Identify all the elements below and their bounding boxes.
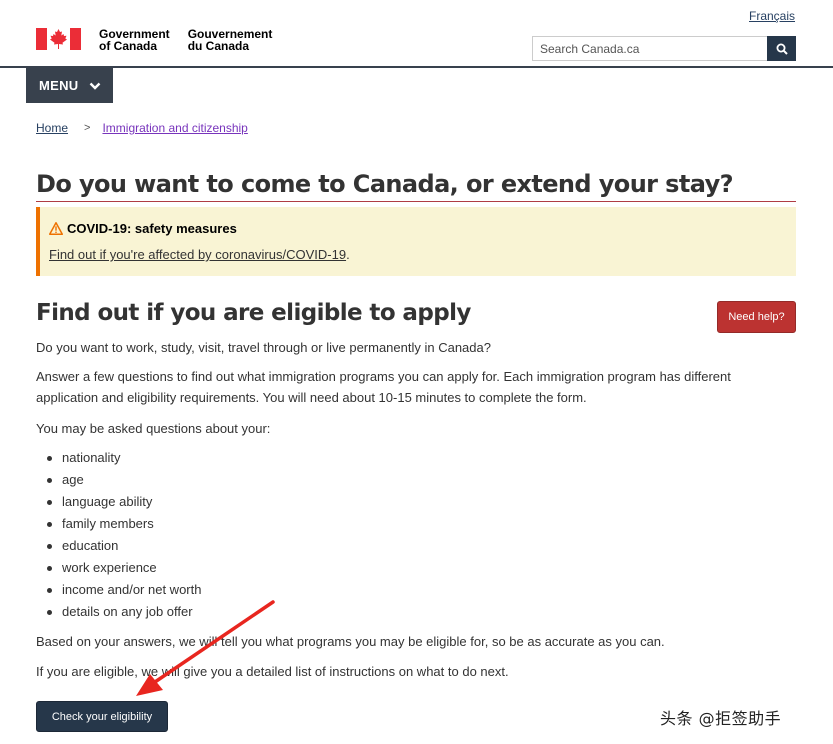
list-item: income and/or net worth <box>46 579 201 601</box>
breadcrumb-immigration[interactable]: Immigration and citizenship <box>102 121 247 135</box>
results-text: Based on your answers, we will tell you … <box>36 634 665 649</box>
check-eligibility-button[interactable]: Check your eligibility <box>36 701 168 732</box>
list-item: work experience <box>46 557 201 579</box>
next-steps-text: If you are eligible, we will give you a … <box>36 664 509 679</box>
alert-title: COVID-19: safety measures <box>67 221 237 236</box>
question-topics-list: nationality age language ability family … <box>46 447 201 623</box>
alert-heading: COVID-19: safety measures <box>49 221 237 236</box>
search-button[interactable] <box>767 36 796 61</box>
breadcrumb: Home > Immigration and citizenship <box>36 121 248 135</box>
description-text: Answer a few questions to find out what … <box>36 369 731 405</box>
menu-button[interactable]: MENU <box>26 68 113 103</box>
site-header: Government of Canada Gouvernement du Can… <box>0 0 833 68</box>
government-signature[interactable]: Government of Canada Gouvernement du Can… <box>36 28 272 52</box>
signature-french: Gouvernement du Canada <box>188 28 273 52</box>
questions-intro-text: You may be asked questions about your: <box>36 421 271 436</box>
alert-link-suffix: . <box>346 247 350 262</box>
breadcrumb-separator: > <box>84 122 91 134</box>
list-item: age <box>46 469 201 491</box>
covid-info-link[interactable]: Find out if you're affected by coronavir… <box>49 247 346 262</box>
eligibility-heading: Find out if you are eligible to apply <box>36 300 471 326</box>
watermark: 头条 @拒签助手 <box>660 709 782 728</box>
chevron-down-icon <box>90 82 101 90</box>
list-item: family members <box>46 513 201 535</box>
list-item: language ability <box>46 491 201 513</box>
signature-fr-line2: du Canada <box>187 39 250 53</box>
intro-text: Do you want to work, study, visit, trave… <box>36 340 491 355</box>
breadcrumb-home[interactable]: Home <box>36 121 68 135</box>
alert-body: Find out if you're affected by coronavir… <box>49 247 350 262</box>
menu-label: MENU <box>39 78 79 93</box>
covid-alert: COVID-19: safety measures Find out if yo… <box>36 207 796 276</box>
signature-english: Government of Canada <box>99 28 170 52</box>
page-title: Do you want to come to Canada, or extend… <box>36 170 796 202</box>
search-input[interactable] <box>532 36 767 61</box>
list-item: nationality <box>46 447 201 469</box>
list-item: details on any job offer <box>46 601 201 623</box>
list-item: education <box>46 535 201 557</box>
signature-en-line2: of Canada <box>99 39 158 53</box>
warning-icon <box>49 222 63 235</box>
language-toggle-link[interactable]: Français <box>749 9 795 23</box>
need-help-button[interactable]: Need help? <box>717 301 796 333</box>
search-bar <box>532 36 796 61</box>
canada-flag-icon <box>36 28 81 50</box>
search-icon <box>776 43 788 55</box>
